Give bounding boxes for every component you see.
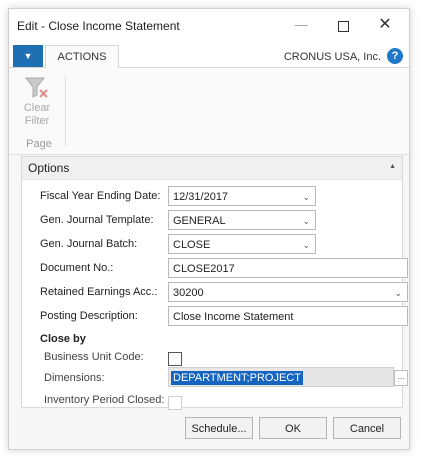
document-no-label: Document No.: xyxy=(40,262,114,274)
gen-journal-template-label: Gen. Journal Template: xyxy=(40,214,154,226)
business-unit-code-label: Business Unit Code: xyxy=(44,351,144,363)
retained-earnings-acc-value: 30200 xyxy=(173,287,204,299)
gen-journal-batch-field[interactable]: CLOSE ⌄ xyxy=(168,234,316,254)
chevron-down-icon[interactable]: ⌄ xyxy=(394,283,402,303)
dialog-window: Edit - Close Income Statement — ✕ ▼ ACTI… xyxy=(8,8,410,450)
retained-earnings-acc-label: Retained Earnings Acc.: xyxy=(40,286,158,298)
document-no-field[interactable]: CLOSE2017 xyxy=(168,258,408,278)
options-header[interactable]: Options ▲ xyxy=(22,157,402,180)
chevron-down-icon[interactable]: ⌄ xyxy=(302,211,310,231)
help-icon[interactable]: ? xyxy=(387,48,403,64)
close-button[interactable]: ✕ xyxy=(371,13,399,37)
ribbon-group-separator xyxy=(65,76,66,146)
fiscal-year-ending-date-value: 12/31/2017 xyxy=(173,191,229,203)
window-title: Edit - Close Income Statement xyxy=(17,19,180,33)
gen-journal-batch-value: CLOSE xyxy=(173,239,211,251)
ribbon-panel: Clear Filter Page xyxy=(9,68,409,155)
title-bar: Edit - Close Income Statement — ✕ xyxy=(9,9,409,41)
chevron-down-icon[interactable]: ⌄ xyxy=(302,235,310,255)
gen-journal-batch-label: Gen. Journal Batch: xyxy=(40,238,138,250)
schedule-button[interactable]: Schedule... xyxy=(185,417,253,439)
company-name: CRONUS USA, Inc. xyxy=(283,51,381,63)
dimensions-label: Dimensions: xyxy=(44,372,105,384)
maximize-icon xyxy=(337,20,349,32)
cancel-button[interactable]: Cancel xyxy=(333,417,401,439)
tab-actions[interactable]: ACTIONS xyxy=(45,45,119,68)
inventory-period-closed-checkbox xyxy=(168,396,182,410)
posting-description-label: Posting Description: xyxy=(40,310,138,322)
gen-journal-template-field[interactable]: GENERAL ⌄ xyxy=(168,210,316,230)
inventory-period-closed-label: Inventory Period Closed: xyxy=(44,394,165,406)
dimensions-field[interactable]: DEPARTMENT;PROJECT xyxy=(168,367,394,387)
posting-description-value: Close Income Statement xyxy=(173,311,294,323)
clear-filter-button[interactable]: Clear Filter xyxy=(19,76,55,128)
clear-filter-label: Clear Filter xyxy=(23,102,51,127)
collapse-icon[interactable]: ▲ xyxy=(389,163,396,170)
dimensions-assist-button[interactable]: ... xyxy=(394,370,408,386)
dialog-footer: Schedule... OK Cancel xyxy=(9,409,409,449)
gen-journal-template-value: GENERAL xyxy=(173,215,226,227)
options-panel: Options ▲ Fiscal Year Ending Date: 12/31… xyxy=(21,156,408,410)
maximize-button[interactable] xyxy=(329,13,357,37)
posting-description-field[interactable]: Close Income Statement xyxy=(168,306,408,326)
fiscal-year-ending-date-field[interactable]: 12/31/2017 ⌄ xyxy=(168,186,316,206)
ok-button[interactable]: OK xyxy=(259,417,327,439)
business-unit-code-checkbox[interactable] xyxy=(168,352,182,366)
minimize-button[interactable]: — xyxy=(287,13,315,37)
ribbon-tab-bar: ▼ ACTIONS CRONUS USA, Inc. ? xyxy=(9,41,409,68)
ribbon-group-label: Page xyxy=(26,138,52,150)
app-menu-button[interactable]: ▼ xyxy=(13,45,43,67)
retained-earnings-acc-field[interactable]: 30200 ⌄ xyxy=(168,282,408,302)
options-title: Options xyxy=(28,161,70,175)
filter-clear-icon xyxy=(24,77,48,98)
chevron-down-icon[interactable]: ⌄ xyxy=(302,187,310,207)
close-by-heading: Close by xyxy=(40,333,86,345)
document-no-value: CLOSE2017 xyxy=(173,263,235,275)
dimensions-value: DEPARTMENT;PROJECT xyxy=(171,371,303,385)
fiscal-year-ending-date-label: Fiscal Year Ending Date: xyxy=(40,190,161,202)
